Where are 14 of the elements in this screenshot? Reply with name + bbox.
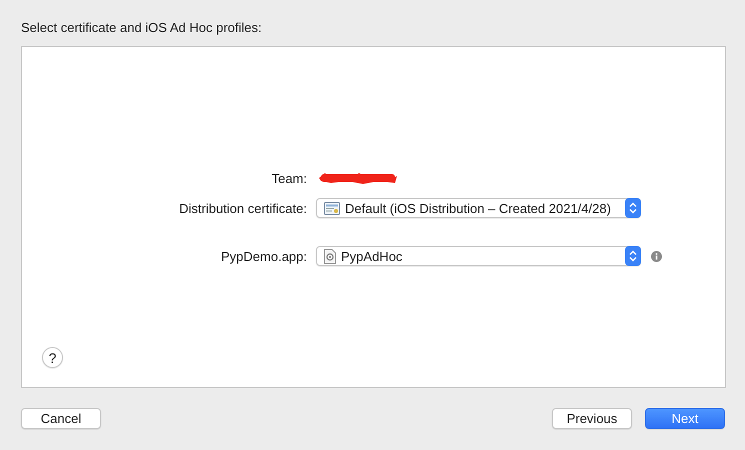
document-gear-icon (324, 248, 336, 264)
chevron-up-down-icon (625, 246, 641, 266)
dialog-button[interactable]: Cancel (21, 408, 101, 429)
dialog-button[interactable]: Previous (552, 408, 632, 429)
field-label: Team: (270, 170, 308, 186)
certificate-icon (324, 202, 340, 214)
help-button[interactable]: ? (42, 347, 63, 368)
field-label: PypDemo.app: (220, 248, 308, 264)
popup-button[interactable]: PypAdHoc (316, 246, 641, 266)
field-label: Distribution certificate: (178, 200, 308, 216)
popup-button[interactable]: Default (iOS Distribution – Created 2021/4/28) (316, 198, 641, 218)
section-heading: Select certificate and iOS Ad Hoc profiles: (21, 19, 262, 36)
chevron-up-down-icon (625, 198, 641, 218)
next-button[interactable]: Next (645, 408, 725, 429)
